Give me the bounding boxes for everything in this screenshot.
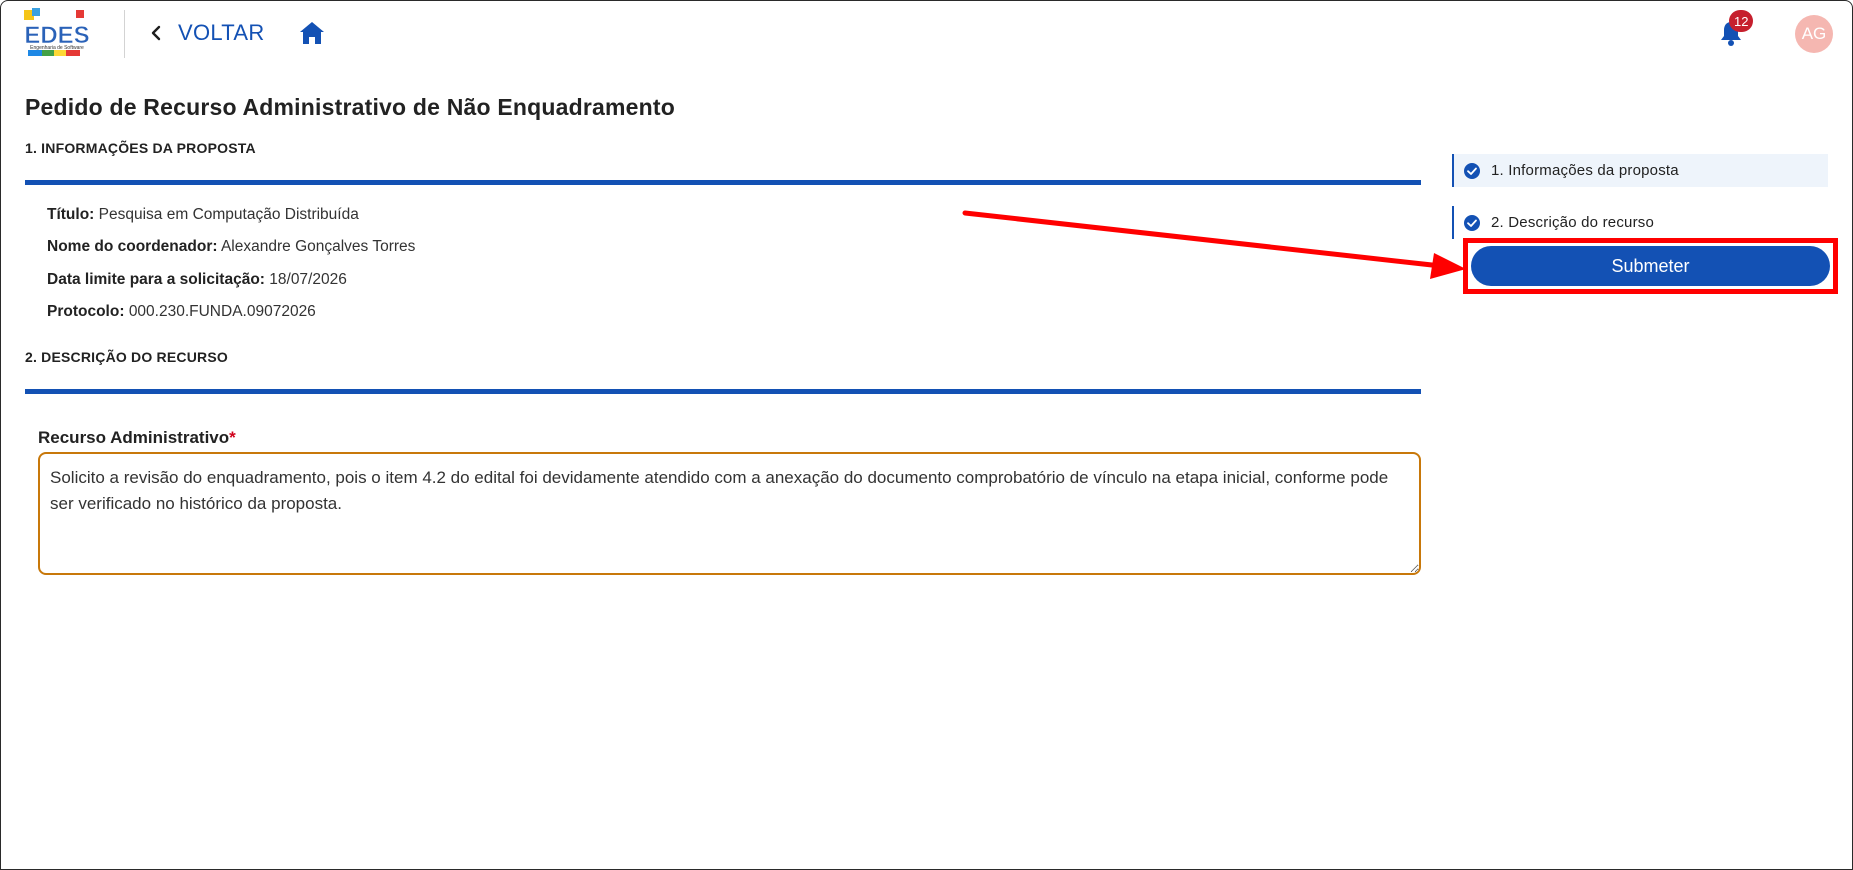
step-descricao[interactable]: 2. Descrição do recurso xyxy=(1452,206,1828,239)
recurso-label-text: Recurso Administrativo xyxy=(38,428,230,447)
home-icon[interactable] xyxy=(298,20,326,46)
submit-button[interactable]: Submeter xyxy=(1471,246,1830,286)
notification-badge: 12 xyxy=(1729,10,1754,32)
section2-heading: 2. DESCRIÇÃO DO RECURSO xyxy=(25,349,228,365)
back-label: VOLTAR xyxy=(178,20,265,45)
logo-subtitle: Engenharia de Software xyxy=(30,45,84,51)
info-value: Pesquisa em Computação Distribuída xyxy=(98,206,359,223)
recurso-textarea[interactable] xyxy=(38,452,1421,575)
info-titulo: Título: Pesquisa em Computação Distribuí… xyxy=(47,206,359,224)
recurso-label: Recurso Administrativo* xyxy=(38,428,236,448)
section1-divider xyxy=(25,180,1421,185)
avatar[interactable]: AG xyxy=(1795,15,1833,53)
page-title: Pedido de Recurso Administrativo de Não … xyxy=(25,94,676,120)
section1-heading: 1. INFORMAÇÕES DA PROPOSTA xyxy=(25,140,256,156)
logo-icon[interactable]: EDES Engenharia de Software xyxy=(22,6,92,64)
browser-frame xyxy=(0,0,1853,870)
info-label: Nome do coordenador: xyxy=(47,238,218,255)
info-data-limite: Data limite para a solicitação: 18/07/20… xyxy=(47,271,347,289)
info-coordenador: Nome do coordenador: Alexandre Gonçalves… xyxy=(47,238,415,256)
info-protocolo: Protocolo: 000.230.FUNDA.09072026 xyxy=(47,303,316,321)
step-label: 1. Informações da proposta xyxy=(1491,162,1679,179)
info-value: Alexandre Gonçalves Torres xyxy=(220,238,416,255)
chevron-left-icon xyxy=(151,25,161,41)
info-label: Protocolo: xyxy=(47,303,125,320)
check-circle-icon xyxy=(1464,162,1480,179)
check-circle-icon xyxy=(1464,214,1480,231)
info-value: 18/07/2026 xyxy=(269,271,347,288)
info-label: Título: xyxy=(47,206,95,223)
step-informacoes[interactable]: 1. Informações da proposta xyxy=(1452,154,1828,187)
step-label: 2. Descrição do recurso xyxy=(1491,214,1655,231)
header-divider xyxy=(124,10,125,58)
top-header: EDES Engenharia de Software VOLTAR 12 AG xyxy=(0,0,1853,66)
info-label: Data limite para a solicitação: xyxy=(47,271,265,288)
section2-divider xyxy=(25,389,1421,394)
info-value: 000.230.FUNDA.09072026 xyxy=(128,303,316,320)
back-button[interactable]: VOLTAR xyxy=(148,18,265,48)
required-mark: * xyxy=(229,428,236,447)
